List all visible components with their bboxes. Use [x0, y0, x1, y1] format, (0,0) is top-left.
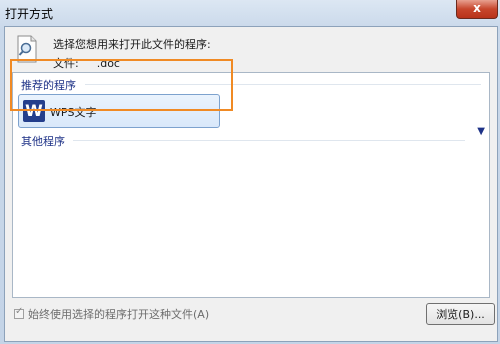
always-use-option: 始终使用选择的程序打开这种文件(A): [14, 306, 209, 322]
group-divider: [73, 140, 465, 141]
open-with-dialog: 打开方式 x 选择您想用来打开此文件的程序: 文件: .doc 推荐的程序 W W…: [0, 0, 500, 344]
chevron-down-icon[interactable]: ▼: [477, 126, 485, 137]
always-use-label: 始终使用选择的程序打开这种文件(A): [28, 308, 210, 321]
close-icon: x: [473, 1, 481, 15]
highlight-box: [10, 59, 233, 111]
other-programs-header[interactable]: 其他程序: [21, 133, 65, 149]
browse-button[interactable]: 浏览(B)...: [426, 303, 495, 325]
window-title: 打开方式: [5, 7, 54, 21]
prompt-text: 选择您想用来打开此文件的程序:: [53, 38, 211, 51]
close-button[interactable]: x: [456, 0, 498, 19]
title-bar[interactable]: 打开方式 x: [0, 0, 500, 26]
always-use-checkbox: [14, 306, 24, 319]
